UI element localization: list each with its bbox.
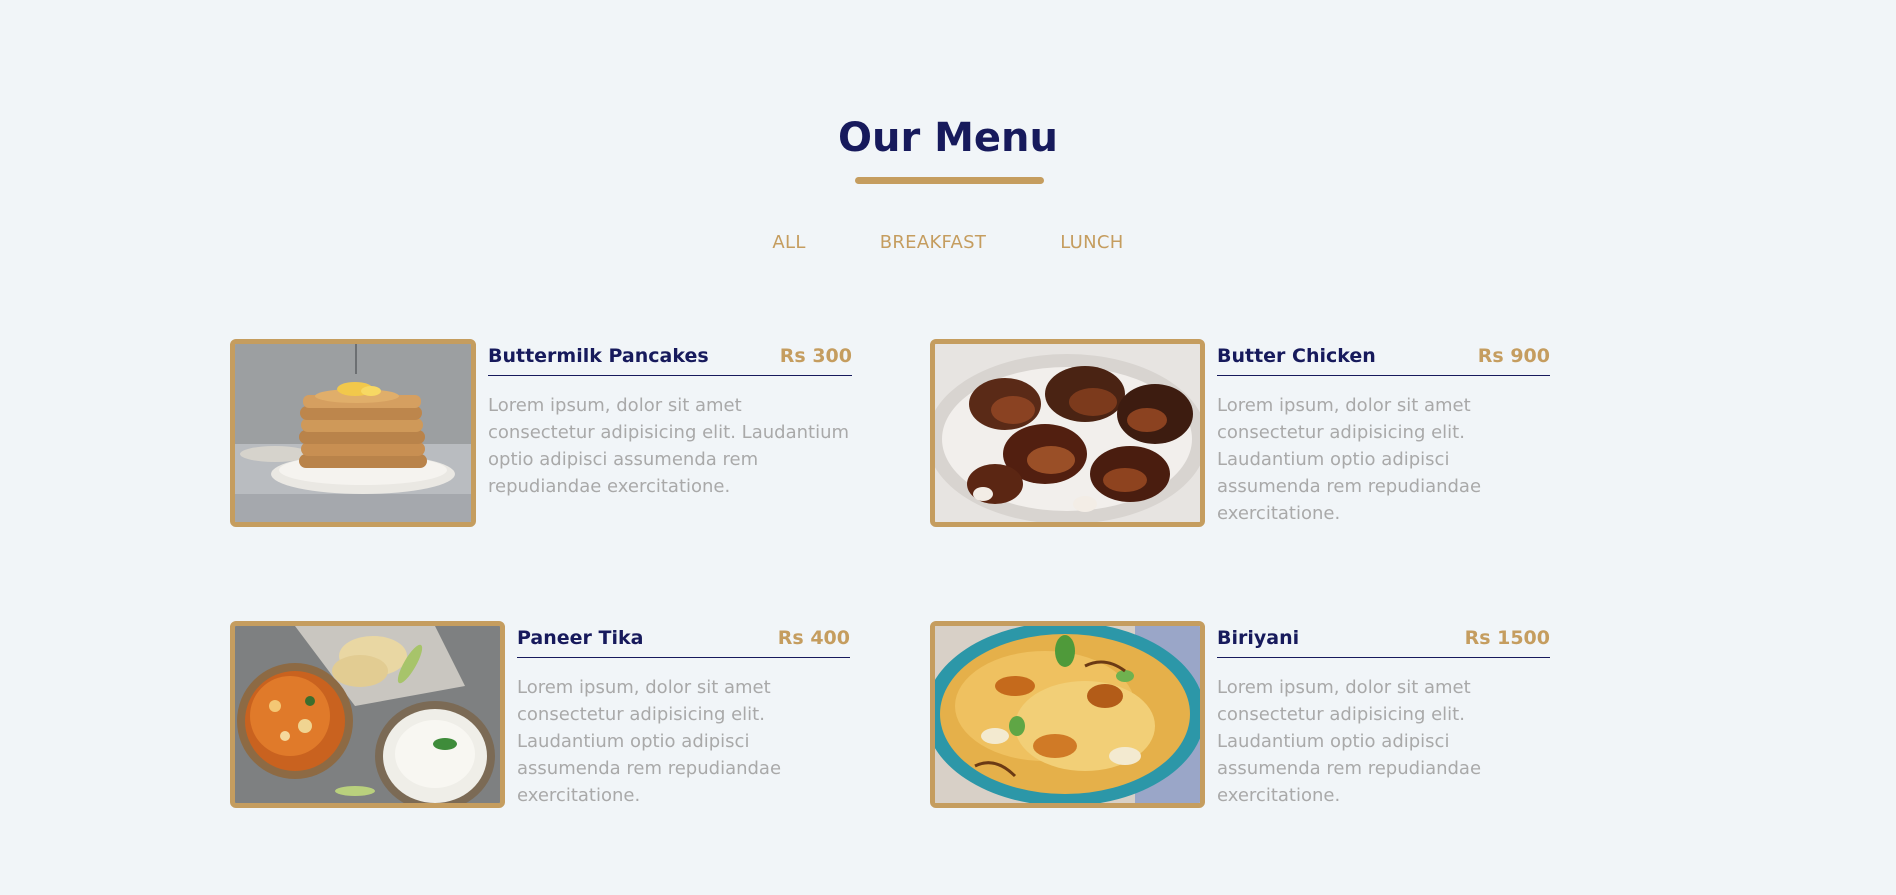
filter-bar: ALL BREAKFAST LUNCH: [0, 232, 1896, 253]
menu-item: Paneer Tika Rs 400 Lorem ipsum, dolor si…: [230, 621, 850, 827]
item-description: Lorem ipsum, dolor sit amet consectetur …: [517, 677, 782, 806]
chicken-photo: [930, 339, 1205, 527]
item-price: Rs 1500: [1464, 627, 1550, 649]
title-underline: [855, 177, 1044, 184]
item-description: Lorem ipsum, dolor sit amet consectetur …: [1217, 395, 1482, 524]
item-name: Butter Chicken: [1217, 345, 1376, 367]
item-price: Rs 400: [777, 627, 850, 649]
filter-lunch-button[interactable]: LUNCH: [1023, 232, 1160, 253]
menu-item: Buttermilk Pancakes Rs 300 Lorem ipsum, …: [230, 339, 852, 527]
item-header: Paneer Tika Rs 400: [517, 621, 850, 658]
paneer-photo: [230, 621, 505, 808]
item-name: Buttermilk Pancakes: [488, 345, 709, 367]
item-name: Paneer Tika: [517, 627, 644, 649]
menu-page: Our Menu ALL BREAKFAST LUNCH Buttermilk …: [0, 0, 1896, 895]
filter-breakfast-button[interactable]: BREAKFAST: [843, 232, 1023, 253]
item-price: Rs 900: [1477, 345, 1550, 367]
menu-item: Biriyani Rs 1500 Lorem ipsum, dolor sit …: [930, 621, 1550, 827]
biriyani-photo: [930, 621, 1205, 808]
section-title: Our Menu: [837, 115, 1059, 161]
item-description: Lorem ipsum, dolor sit amet consectetur …: [488, 395, 850, 497]
item-price: Rs 300: [779, 345, 852, 367]
item-header: Biriyani Rs 1500: [1217, 621, 1550, 658]
item-header: Buttermilk Pancakes Rs 300: [488, 339, 852, 376]
pancakes-photo: [230, 339, 476, 527]
filter-all-button[interactable]: ALL: [735, 232, 842, 253]
item-header: Butter Chicken Rs 900: [1217, 339, 1550, 376]
item-name: Biriyani: [1217, 627, 1300, 649]
menu-item: Butter Chicken Rs 900 Lorem ipsum, dolor…: [930, 339, 1550, 545]
item-description: Lorem ipsum, dolor sit amet consectetur …: [1217, 677, 1482, 806]
